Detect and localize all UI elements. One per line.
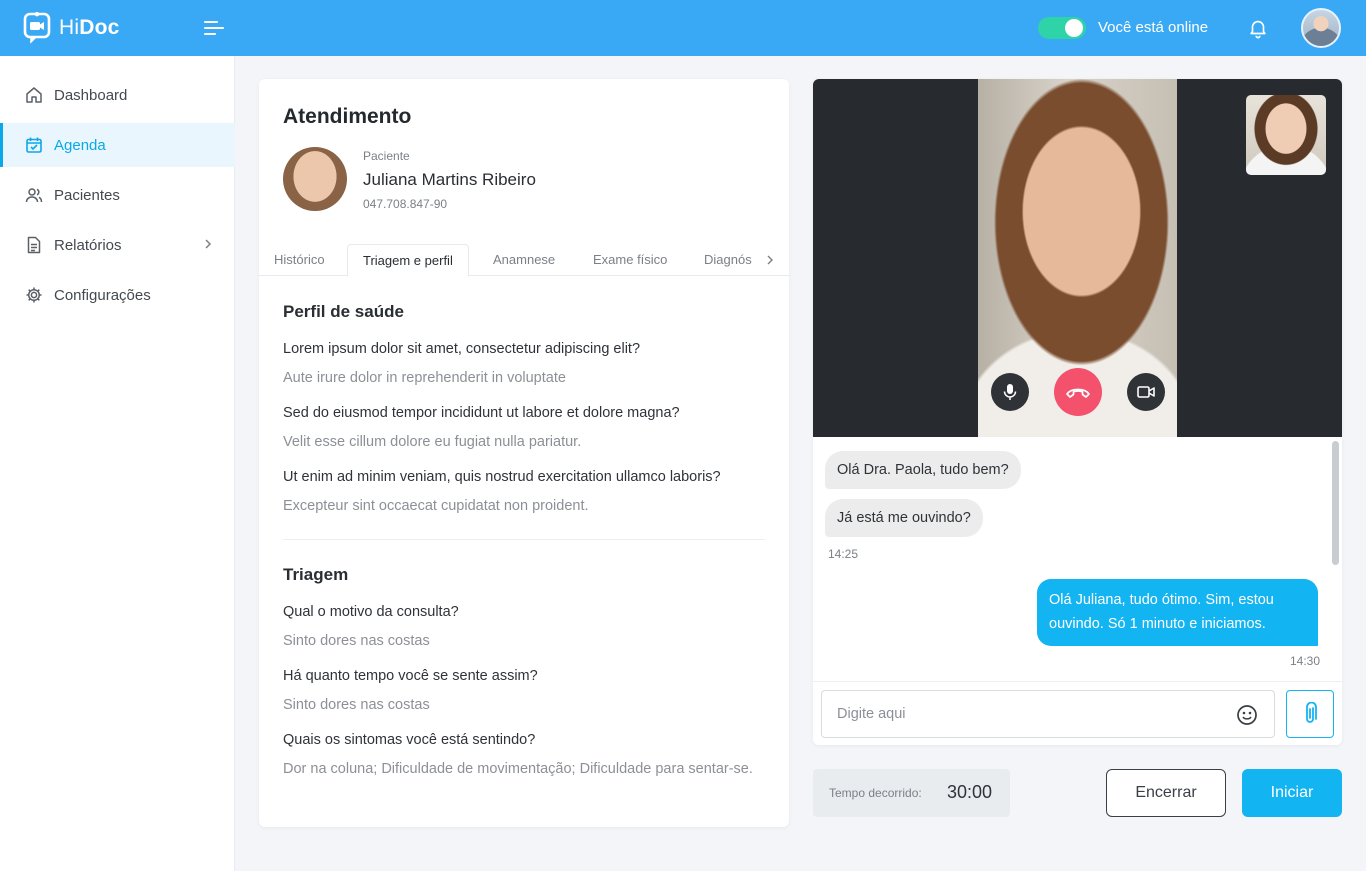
section-divider [283,539,765,540]
sidebar-item-dashboard[interactable]: Dashboard [0,73,235,117]
menu-icon[interactable] [204,18,226,38]
question-text: Quais os sintomas você está sentindo? [283,732,536,748]
users-icon [25,186,43,204]
attach-button[interactable] [1286,690,1334,738]
start-consultation-button[interactable]: Iniciar [1242,769,1342,817]
sidebar-item-configuracoes[interactable]: Configurações [0,273,235,317]
sidebar-item-label: Pacientes [54,186,120,204]
elapsed-time-label: Tempo decorrido: [829,786,922,800]
question-text: Há quanto tempo você se sente assim? [283,668,538,684]
online-toggle[interactable] [1038,17,1086,39]
tab-diagnostico[interactable]: Diagnós [691,244,756,276]
question-text: Sed do eiusmod tempor incididunt ut labo… [283,405,680,421]
sidebar-item-label: Dashboard [54,86,128,104]
document-icon [25,236,43,254]
question-text: Lorem ipsum dolor sit amet, consectetur … [283,341,641,357]
page-title: Atendimento [283,105,412,128]
message-time: 14:30 [1290,654,1321,668]
gear-icon [25,286,43,304]
camera-button[interactable] [1127,373,1165,411]
tab-triagem-perfil[interactable]: Triagem e perfil [347,244,469,277]
app-name: HiDoc [59,16,120,39]
user-avatar[interactable] [1301,8,1341,48]
patient-photo [283,147,347,211]
answer-text: Sinto dores nas costas [283,697,430,713]
sidebar-item-label: Agenda [54,136,106,154]
sidebar-item-agenda[interactable]: Agenda [0,123,235,167]
emoji-icon[interactable] [1236,704,1258,726]
attendance-tabs: Histórico Triagem e perfil Anamnese Exam… [259,244,789,277]
tab-historico[interactable]: Histórico [259,244,340,276]
calendar-check-icon [25,136,43,154]
app-logo[interactable]: HiDoc [23,11,120,45]
sidebar-item-label: Configurações [54,286,151,304]
elapsed-time-value: 30:00 [947,782,993,802]
microphone-icon [1003,384,1017,400]
hang-up-button[interactable] [1054,368,1102,416]
sidebar-item-label: Relatórios [54,236,122,254]
chat-scrollbar[interactable] [1332,441,1339,565]
chat-input-row [813,681,1342,745]
consultation-card: Olá Dra. Paola, tudo bem? Já está me ouv… [813,79,1342,745]
health-profile-title: Perfil de saúde [283,302,404,321]
camera-icon [1137,386,1155,398]
chat-message-sent: Olá Juliana, tudo ótimo. Sim, estou ouvi… [1037,579,1318,646]
chevron-right-icon[interactable] [762,252,778,268]
sidebar-item-relatorios[interactable]: Relatórios [0,223,235,267]
online-status-text: Você está online [1098,19,1209,36]
answer-text: Aute irure dolor in reprehenderit in vol… [283,370,566,386]
answer-text: Excepteur sint occaecat cupidatat non pr… [283,498,589,514]
logo-icon [23,12,51,44]
question-text: Ut enim ad minim veniam, quis nostrud ex… [283,469,721,485]
message-time: 14:25 [828,547,859,561]
patient-label: Paciente [363,149,410,163]
triage-title: Triagem [283,565,349,584]
chat-message-received: Já está me ouvindo? [825,499,983,537]
answer-text: Velit esse cillum dolore eu fugiat nulla… [283,434,582,450]
answer-text: Sinto dores nas costas [283,633,430,649]
chat-message-received: Olá Dra. Paola, tudo bem? [825,451,1021,489]
elapsed-time-box: Tempo decorrido: 30:00 [813,769,1010,817]
chat-message-input[interactable] [821,690,1275,738]
microphone-button[interactable] [991,373,1029,411]
hang-up-icon [1066,388,1090,398]
patient-name: Juliana Martins Ribeiro [363,170,536,189]
chevron-right-icon [205,239,212,249]
question-text: Qual o motivo da consulta? [283,604,459,620]
doctor-video-preview[interactable] [1246,95,1326,175]
top-bar: HiDoc Você está online [0,0,1366,56]
attendance-card: Atendimento Paciente Juliana Martins Rib… [259,79,789,827]
end-consultation-button[interactable]: Encerrar [1106,769,1226,817]
tab-anamnese[interactable]: Anamnese [478,244,570,276]
patient-cpf: 047.708.847-90 [363,197,448,211]
sidebar-item-pacientes[interactable]: Pacientes [0,173,235,217]
sidebar: Dashboard Agenda Pacientes Relatórios Co… [0,56,235,871]
home-icon [25,86,43,104]
tab-exame-fisico[interactable]: Exame físico [578,244,682,276]
paperclip-icon [1306,702,1317,723]
answer-text: Dor na coluna; Dificuldade de movimentaç… [283,761,753,777]
bell-icon[interactable] [1247,17,1269,39]
video-call [813,79,1342,437]
